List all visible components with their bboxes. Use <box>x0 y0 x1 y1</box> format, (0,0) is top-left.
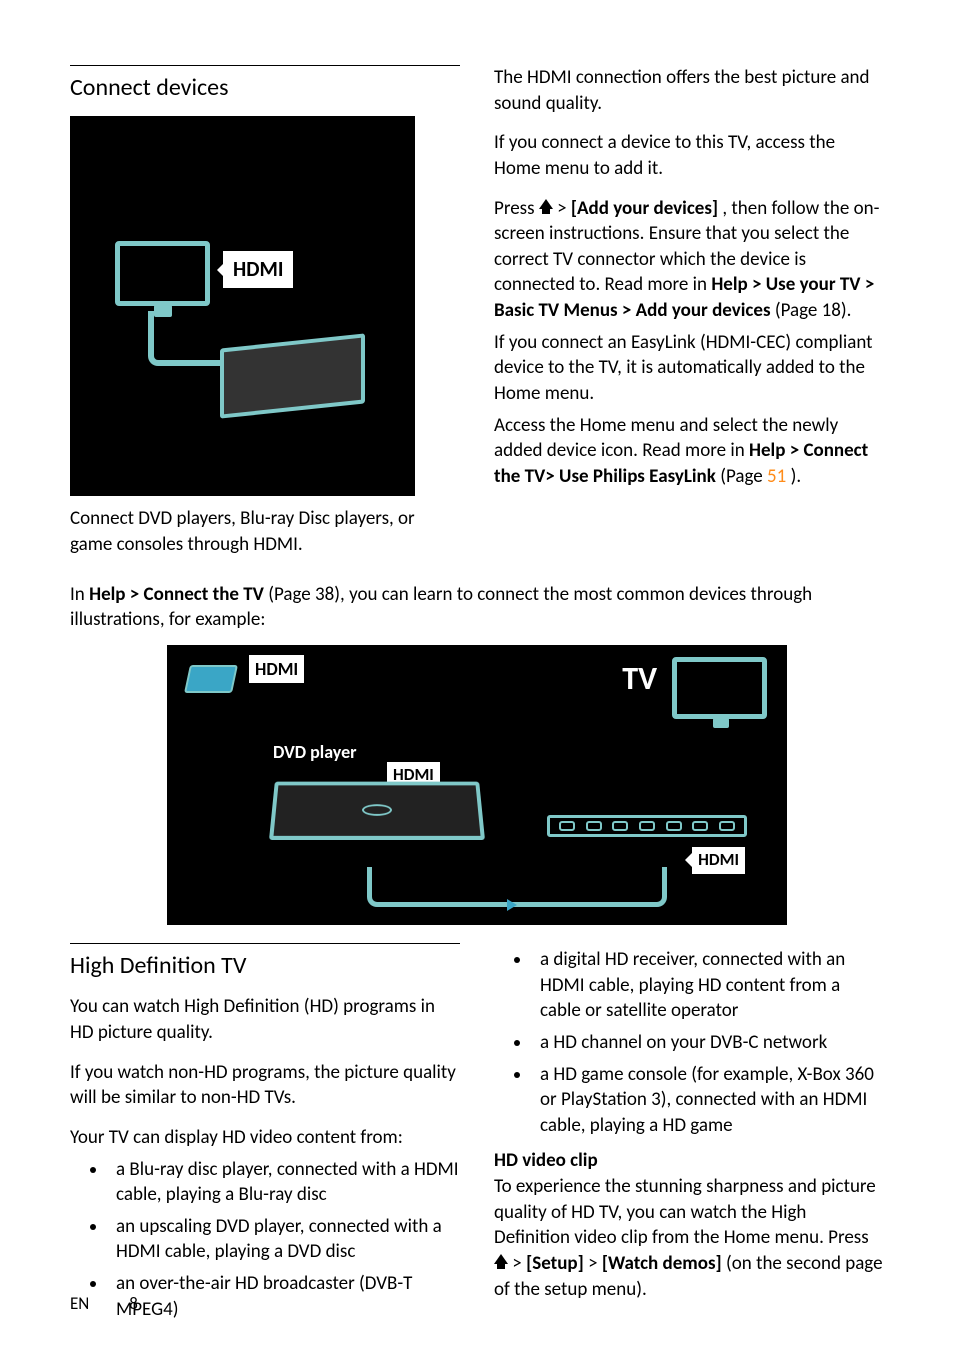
footer-page-number: 8 <box>129 1293 138 1316</box>
cable-icon <box>367 867 667 907</box>
hdmi-label: HDMI <box>247 653 306 685</box>
list-item: an upscaling DVD player, connected with … <box>108 1214 460 1265</box>
paragraph: Your TV can display HD video content fro… <box>70 1125 460 1151</box>
paragraph: HD video clip To experience the stunning… <box>494 1148 884 1302</box>
text: > <box>512 1252 526 1275</box>
hdmi-label: HDMI <box>690 845 747 876</box>
text: > <box>557 197 571 220</box>
footer-lang: EN <box>70 1293 89 1316</box>
paragraph: The HDMI connection offers the best pict… <box>494 65 884 116</box>
page-footer: EN 8 <box>70 1293 138 1316</box>
text: (Page <box>720 465 767 488</box>
section-heading-hd: High Definition TV <box>70 943 460 982</box>
tv-ports-icon <box>547 815 747 837</box>
text: To experience the stunning sharpness and… <box>494 1175 876 1249</box>
illustration-hdmi-connection: HDMI <box>70 116 415 496</box>
dvd-player-icon <box>269 782 485 840</box>
paragraph: If you connect a device to this TV, acce… <box>494 130 884 181</box>
arrow-icon <box>507 899 517 911</box>
paragraph: If you connect an EasyLink (HDMI-CEC) co… <box>494 330 884 407</box>
home-icon <box>494 1254 508 1264</box>
sub-heading: HD video clip <box>494 1149 598 1172</box>
menu-path: [Watch demos] <box>602 1252 722 1275</box>
hdmi-plug-icon <box>184 665 238 693</box>
hd-sources-list-right: a digital HD receiver, connected with an… <box>494 947 884 1138</box>
menu-path: Help > Connect the TV <box>89 583 264 606</box>
tv-label: TV <box>622 657 657 700</box>
tv-icon <box>672 657 767 719</box>
list-item: a HD game console (for example, X-Box 36… <box>532 1062 884 1139</box>
paragraph: If you watch non-HD programs, the pictur… <box>70 1060 460 1111</box>
list-item: an over-the-air HD broadcaster (DVB-T MP… <box>108 1271 460 1322</box>
section-heading-connect: Connect devices <box>70 65 460 104</box>
text: (Page 18). <box>775 299 852 322</box>
menu-path: [Setup] <box>526 1252 584 1275</box>
page-ref-link[interactable]: 51 <box>767 465 786 488</box>
paragraph: Press > [Add your devices] , then follow… <box>494 196 884 324</box>
illustration-caption: Connect DVD players, Blu-ray Disc player… <box>70 506 460 557</box>
menu-path: [Add your devices] <box>571 197 718 220</box>
text: ). <box>791 465 802 488</box>
text: > <box>588 1252 602 1275</box>
hdmi-label-bubble: HDMI <box>220 248 296 290</box>
device-box-icon <box>220 334 365 419</box>
paragraph: You can watch High Definition (HD) progr… <box>70 994 460 1045</box>
list-item: a HD channel on your DVB-C network <box>532 1030 884 1056</box>
text: Press <box>494 197 539 220</box>
dvd-label: DVD player <box>273 740 357 764</box>
illustration-connection-diagram: HDMI TV DVD player HDMI HDMI <box>167 645 787 925</box>
paragraph: In Help > Connect the TV (Page 38), you … <box>70 582 884 633</box>
home-icon <box>539 199 553 209</box>
paragraph: Access the Home menu and select the newl… <box>494 413 884 490</box>
list-item: a Blu-ray disc player, connected with a … <box>108 1157 460 1208</box>
list-item: a digital HD receiver, connected with an… <box>532 947 884 1024</box>
text: In <box>70 583 89 606</box>
tv-icon <box>115 241 210 306</box>
